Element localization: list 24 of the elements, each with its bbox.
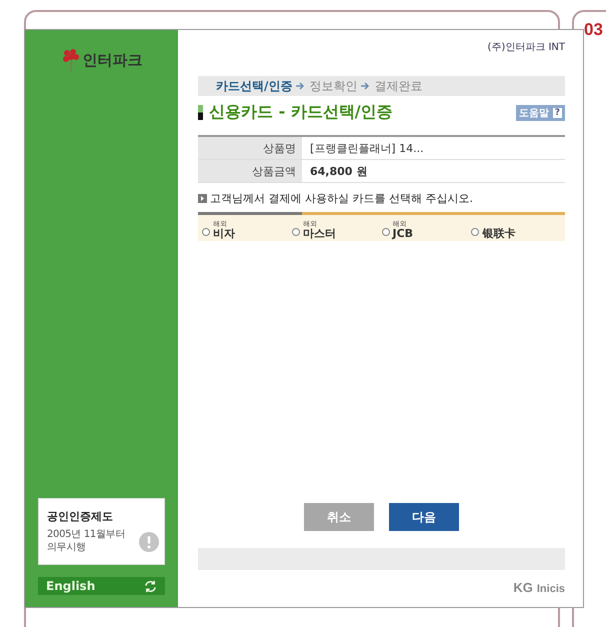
- card-name: 마스터: [302, 228, 336, 239]
- row-label: 상품금액: [198, 160, 302, 182]
- notice-text: 2005년 11월부터 의무시행: [47, 528, 126, 554]
- next-button[interactable]: 다음: [389, 503, 459, 531]
- language-button[interactable]: English: [38, 577, 165, 595]
- instruction-text: 고객님께서 결제에 사용하실 카드를 선택해 주십시오.: [210, 191, 473, 206]
- help-button[interactable]: 도움말 ?: [516, 104, 565, 120]
- row-label: 상품명: [198, 137, 302, 159]
- page-title: 신용카드 - 카드선택/인증: [209, 102, 394, 123]
- brand-mark: KG: [513, 580, 533, 595]
- step-label: 카드선택/인증: [216, 78, 292, 94]
- step-label: 결제완료: [374, 78, 422, 94]
- company-name: (주)인터파크 INT: [487, 41, 565, 54]
- logo-text: 인터파크: [82, 50, 142, 70]
- brand-name: Inicis: [536, 583, 565, 595]
- card-name: 银联卡: [482, 228, 516, 239]
- card-name: JCB: [392, 228, 414, 239]
- notice-title: 공인인증제도: [47, 509, 114, 524]
- card-option[interactable]: 银联卡: [471, 228, 561, 239]
- section-heading: 03: [584, 20, 603, 40]
- card-name: 비자: [213, 228, 235, 239]
- row-value: [프랭클린플래너] 14...: [309, 140, 424, 156]
- row-value: 64,800 원: [309, 164, 368, 178]
- step-label: 정보확인: [309, 78, 358, 94]
